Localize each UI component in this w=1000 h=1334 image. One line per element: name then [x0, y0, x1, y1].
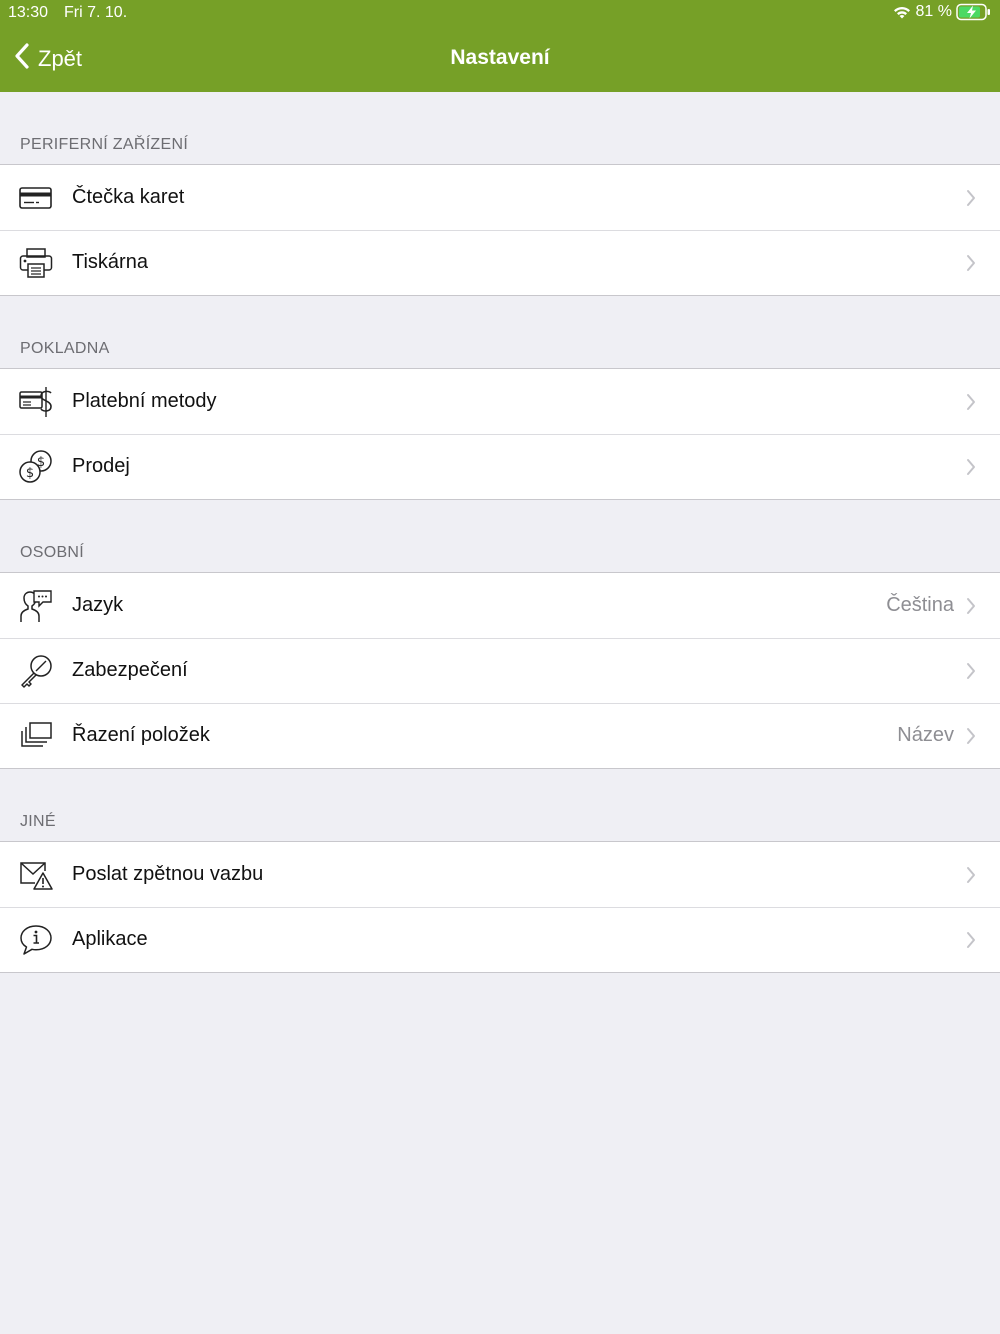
settings-group-peripherals: Čtečka karet Tiskárna — [0, 164, 1000, 296]
settings-item-label: Poslat zpětnou vazbu — [72, 863, 264, 885]
battery-percent: 81 % — [915, 3, 952, 20]
coins-icon: $ $ — [19, 449, 53, 484]
chevron-right-icon — [966, 178, 1000, 218]
settings-item-label: Čtečka karet — [72, 186, 185, 208]
chevron-right-icon — [966, 855, 1000, 895]
status-indicators: 81 % — [892, 3, 992, 21]
svg-text:$: $ — [26, 466, 34, 481]
status-bar: 13:30 Fri 7. 10. 81 % — [0, 0, 1000, 26]
section-header-other: JINÉ — [20, 813, 56, 830]
key-icon — [19, 654, 53, 688]
chevron-right-icon — [966, 586, 1000, 626]
page-title: Nastavení — [450, 46, 550, 69]
wifi-icon — [892, 4, 912, 20]
credit-card-icon — [19, 186, 53, 210]
language-icon — [19, 589, 53, 623]
settings-item-language[interactable]: Jazyk Čeština — [0, 573, 1000, 638]
feedback-mail-icon — [19, 859, 53, 891]
section-header-personal: OSOBNÍ — [20, 544, 85, 561]
nav-bar: 13:30 Fri 7. 10. 81 % Zpět Nastavení — [0, 0, 1000, 92]
settings-item-label: Jazyk — [72, 594, 124, 616]
settings-item-label: Tiskárna — [72, 251, 148, 273]
chevron-right-icon — [966, 651, 1000, 691]
status-time: 13:30 — [8, 4, 49, 21]
settings-item-payment-methods[interactable]: Platební metody — [0, 369, 1000, 434]
settings-item-label: Řazení položek — [72, 724, 210, 746]
settings-group-register: Platební metody $ $ Prodej — [0, 368, 1000, 500]
chevron-right-icon — [966, 716, 1000, 756]
payment-methods-icon — [19, 386, 55, 418]
settings-item-value: Název — [897, 724, 954, 746]
info-bubble-icon — [19, 924, 53, 956]
settings-item-security[interactable]: Zabezpečení — [0, 638, 1000, 703]
settings-item-label: Zabezpečení — [72, 659, 188, 681]
settings-item-label: Aplikace — [72, 928, 148, 950]
chevron-right-icon — [966, 382, 1000, 422]
section-header-register: POKLADNA — [20, 340, 110, 357]
settings-item-printer[interactable]: Tiskárna — [0, 230, 1000, 295]
settings-item-application[interactable]: Aplikace — [0, 907, 1000, 972]
status-date: Fri 7. 10. — [64, 4, 128, 21]
settings-item-item-sorting[interactable]: Řazení položek Název — [0, 703, 1000, 768]
settings-item-card-reader[interactable]: Čtečka karet — [0, 165, 1000, 230]
settings-item-label: Prodej — [72, 455, 130, 477]
battery-charging-icon — [956, 3, 992, 21]
settings-item-value: Čeština — [886, 594, 954, 616]
settings-list: PERIFERNÍ ZAŘÍZENÍ Čtečka karet Tiskárna… — [0, 92, 1000, 973]
section-header-peripherals: PERIFERNÍ ZAŘÍZENÍ — [20, 136, 189, 153]
chevron-right-icon — [966, 447, 1000, 487]
printer-icon — [19, 247, 53, 279]
settings-item-sales[interactable]: $ $ Prodej — [0, 434, 1000, 499]
settings-item-label: Platební metody — [72, 390, 217, 412]
chevron-right-icon — [966, 920, 1000, 960]
settings-group-other: Poslat zpětnou vazbu Aplikace — [0, 841, 1000, 973]
chevron-right-icon — [966, 243, 1000, 283]
settings-item-send-feedback[interactable]: Poslat zpětnou vazbu — [0, 842, 1000, 907]
stack-icon — [19, 721, 53, 751]
settings-group-personal: Jazyk Čeština Zabezpečení Řazení položek… — [0, 572, 1000, 769]
